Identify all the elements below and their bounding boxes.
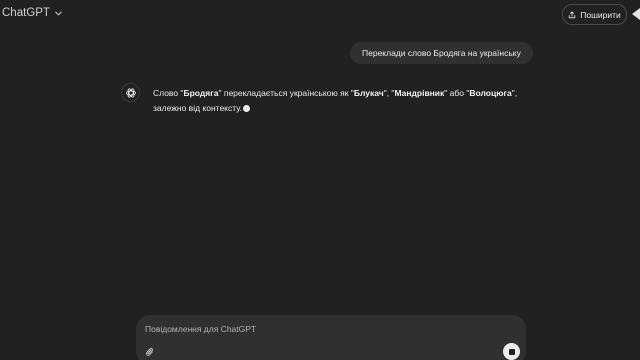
user-message: Переклади слово Бродяга на українську bbox=[350, 42, 533, 64]
assistant-text-part: Слово " bbox=[153, 88, 184, 98]
paperclip-icon bbox=[145, 347, 153, 356]
stop-icon bbox=[508, 348, 515, 355]
share-label: Поширити bbox=[580, 9, 621, 20]
assistant-message: Слово "Бродяга" перекладається українськ… bbox=[153, 86, 523, 116]
assistant-text-part: " або " bbox=[444, 88, 470, 98]
message-input[interactable] bbox=[145, 324, 445, 334]
top-bar: ChatGPT Поширити bbox=[0, 0, 640, 30]
share-button[interactable]: Поширити bbox=[562, 4, 627, 25]
assistant-text-part: " перекладається українською як " bbox=[218, 88, 354, 98]
highlighted-word: Волоцюга bbox=[469, 88, 512, 98]
streaming-cursor bbox=[242, 105, 250, 112]
model-name: ChatGPT bbox=[2, 7, 50, 19]
openai-logo-icon bbox=[125, 87, 136, 98]
stop-button[interactable] bbox=[503, 343, 520, 360]
chevron-down-icon bbox=[55, 11, 62, 15]
message-composer bbox=[136, 315, 526, 360]
model-switcher[interactable]: ChatGPT bbox=[2, 7, 63, 19]
highlighted-word: Мандрівник bbox=[394, 88, 445, 98]
user-message-text: Переклади слово Бродяга на українську bbox=[362, 48, 521, 58]
sidebar-toggle-arrow[interactable] bbox=[632, 8, 640, 20]
highlighted-word: Блукач bbox=[353, 88, 384, 98]
chat-app: ChatGPT Поширити Переклади слово Бродяга… bbox=[0, 0, 640, 360]
assistant-avatar bbox=[121, 83, 140, 102]
highlighted-word: Бродяга bbox=[183, 88, 219, 98]
assistant-text-part: ", " bbox=[383, 88, 395, 98]
attach-button[interactable] bbox=[143, 345, 157, 359]
share-icon bbox=[569, 11, 576, 18]
